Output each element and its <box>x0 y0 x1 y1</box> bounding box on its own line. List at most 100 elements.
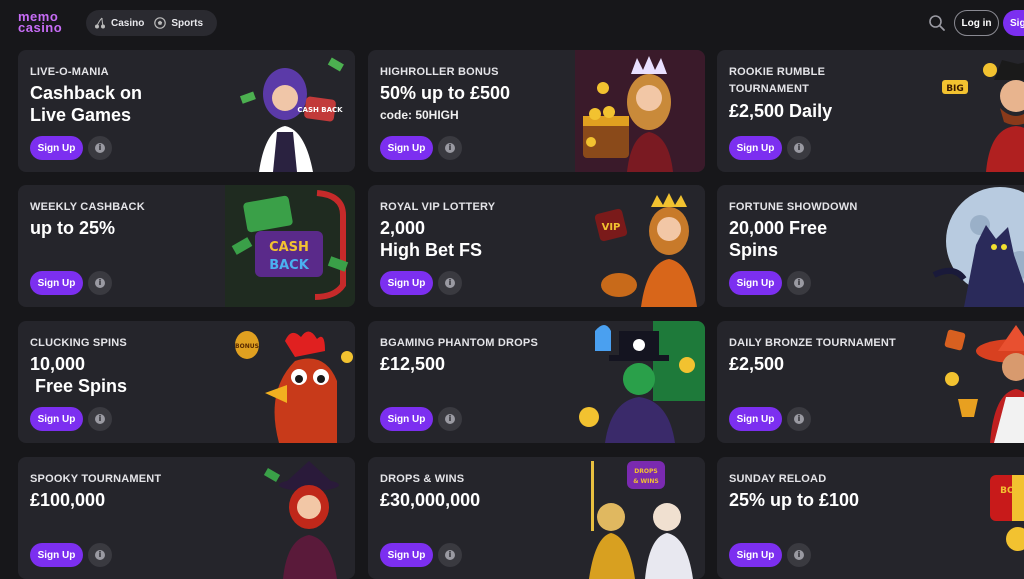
promo-category: HIGHROLLER BONUS <box>380 66 499 78</box>
info-button[interactable]: i <box>438 407 462 431</box>
promo-category: ROYAL VIP LOTTERY <box>380 201 496 213</box>
promo-card[interactable]: BONUS CLUCKING SPINS 10,000 Free Spins Sig… <box>18 321 355 443</box>
signup-button[interactable]: Sign Up <box>729 136 782 160</box>
svg-text:CASH BACK: CASH BACK <box>297 106 343 114</box>
promo-headline: £2,500 Daily <box>729 101 833 121</box>
memo-casino-logo[interactable]: memo casino <box>18 10 72 35</box>
top-navigation-bar: memo casino Casino Sports Log in Sign <box>0 0 1024 46</box>
promo-card[interactable]: SPOOKY TOURNAMENT £100,000 Sign Up i <box>18 457 355 579</box>
promo-card[interactable]: DROPS & WINS DROPS & WINS £30,000,000 Sign… <box>368 457 705 579</box>
promo-category: DROPS & WINS <box>380 473 465 485</box>
signup-button[interactable]: Sign Up <box>729 271 782 295</box>
promo-card[interactable]: HIGHROLLER BONUS 50% up to £500 code: 50HI… <box>368 50 705 172</box>
signup-button[interactable]: Sign Up <box>30 543 83 567</box>
promo-headline: up to 25% <box>30 218 116 238</box>
promo-headline: 10,000 Free Spins <box>30 354 128 396</box>
logo-line-2: casino <box>18 20 63 35</box>
promo-headline: 50% up to £500 <box>380 83 511 103</box>
info-icon: i <box>445 550 455 560</box>
svg-text:BONUS: BONUS <box>235 343 259 350</box>
info-icon: i <box>95 550 105 560</box>
header-signup-button[interactable]: Sign <box>1003 10 1024 36</box>
info-button[interactable]: i <box>787 136 811 160</box>
svg-text:VIP: VIP <box>602 222 621 233</box>
signup-button[interactable]: Sign Up <box>729 407 782 431</box>
nav-label-sports: Sports <box>171 17 204 29</box>
info-button[interactable]: i <box>88 543 112 567</box>
info-button[interactable]: i <box>438 271 462 295</box>
cashback-money-sign-illustration: CASH BACK <box>225 185 355 307</box>
info-icon: i <box>794 143 804 153</box>
login-button[interactable]: Log in <box>954 10 999 36</box>
promo-card[interactable]: BGAMING PHANTOM DROPS £12,500 Sign Up i <box>368 321 705 443</box>
info-button[interactable]: i <box>88 136 112 160</box>
svg-text:BACK: BACK <box>269 258 310 273</box>
promo-card[interactable]: VIP ROYAL VIP LOTTERY 2,000 High Bet FS Si… <box>368 185 705 307</box>
promo-headline: 20,000 Free Spins <box>729 218 828 260</box>
promo-headline: 25% up to £100 <box>729 490 860 510</box>
info-icon: i <box>794 550 804 560</box>
promo-headline: £2,500 <box>729 354 785 374</box>
promo-headline: Cashback on Live Games <box>30 83 143 125</box>
nav-item-sports[interactable]: Sports <box>154 17 203 29</box>
svg-text:& WINS: & WINS <box>633 478 659 485</box>
info-button[interactable]: i <box>438 136 462 160</box>
info-icon: i <box>794 278 804 288</box>
promo-category: ROOKIE RUMBLE TOURNAMENT <box>729 66 826 95</box>
info-icon: i <box>445 143 455 153</box>
nav-pill: Casino Sports <box>86 10 217 36</box>
pirate-big-win-illustration: BIG <box>924 50 1024 172</box>
promo-card[interactable]: FORTUNE SHOWDOWN 20,000 Free Spins Sign Up… <box>717 185 1024 307</box>
signup-button[interactable]: Sign Up <box>30 407 83 431</box>
info-icon: i <box>445 278 455 288</box>
phantom-skull-hat-illustration <box>575 321 705 443</box>
info-icon: i <box>95 278 105 288</box>
promo-card[interactable]: BONUS SUNDAY RELOAD 25% up to £100 Sign Up… <box>717 457 1024 579</box>
promo-category: BGAMING PHANTOM DROPS <box>380 337 539 349</box>
dealer-girl-cashback-illustration: CASH BACK <box>225 50 355 172</box>
zeus-drops-wins-illustration: DROPS & WINS <box>575 457 705 579</box>
promo-headline: £30,000,000 <box>380 490 481 510</box>
promo-headline: £100,000 <box>30 490 106 510</box>
promo-card[interactable]: DAILY BRONZE TOURNAMENT £2,500 Sign Up i <box>717 321 1024 443</box>
info-button[interactable]: i <box>787 407 811 431</box>
info-button[interactable]: i <box>88 407 112 431</box>
promo-category: FORTUNE SHOWDOWN <box>729 201 858 213</box>
signup-button[interactable]: Sign Up <box>380 407 433 431</box>
svg-text:CASH: CASH <box>269 240 309 255</box>
promo-category: CLUCKING SPINS <box>30 337 127 349</box>
nav-label-casino: Casino <box>111 17 145 29</box>
info-button[interactable]: i <box>787 271 811 295</box>
promo-card[interactable]: CASH BACK LIVE-O-MANIA Cashback on Live G… <box>18 50 355 172</box>
queen-treasure-chest-illustration <box>575 50 705 172</box>
info-button[interactable]: i <box>438 543 462 567</box>
cherries-icon <box>95 17 105 29</box>
promo-headline: £12,500 <box>380 354 446 374</box>
witch-redhead-illustration <box>225 457 355 579</box>
info-icon: i <box>794 414 804 424</box>
signup-button[interactable]: Sign Up <box>380 543 433 567</box>
promo-category: SPOOKY TOURNAMENT <box>30 473 162 485</box>
promo-category: LIVE-O-MANIA <box>30 66 109 78</box>
nav-item-casino[interactable]: Casino <box>94 17 144 29</box>
promo-card[interactable]: CASH BACK WEEKLY CASHBACK up to 25% Sign U… <box>18 185 355 307</box>
promo-category: SUNDAY RELOAD <box>729 473 827 485</box>
signup-button[interactable]: Sign Up <box>30 136 83 160</box>
promo-category: DAILY BRONZE TOURNAMENT <box>729 337 896 349</box>
soccer-ball-icon <box>154 17 167 29</box>
signup-button[interactable]: Sign Up <box>729 543 782 567</box>
info-icon: i <box>445 414 455 424</box>
info-button[interactable]: i <box>88 271 112 295</box>
search-icon[interactable] <box>928 14 946 32</box>
signup-button[interactable]: Sign Up <box>380 136 433 160</box>
mariachi-trophy-illustration <box>924 321 1024 443</box>
promo-category: WEEKLY CASHBACK <box>30 201 145 213</box>
signup-button[interactable]: Sign Up <box>30 271 83 295</box>
info-button[interactable]: i <box>787 543 811 567</box>
info-icon: i <box>95 143 105 153</box>
promo-code: code: 50HIGH <box>380 108 459 122</box>
signup-button[interactable]: Sign Up <box>380 271 433 295</box>
info-icon: i <box>95 414 105 424</box>
promo-card[interactable]: BIG ROOKIE RUMBLE TOURNAMENT £2,500 Daily… <box>717 50 1024 172</box>
vip-princess-illustration: VIP <box>575 185 705 307</box>
